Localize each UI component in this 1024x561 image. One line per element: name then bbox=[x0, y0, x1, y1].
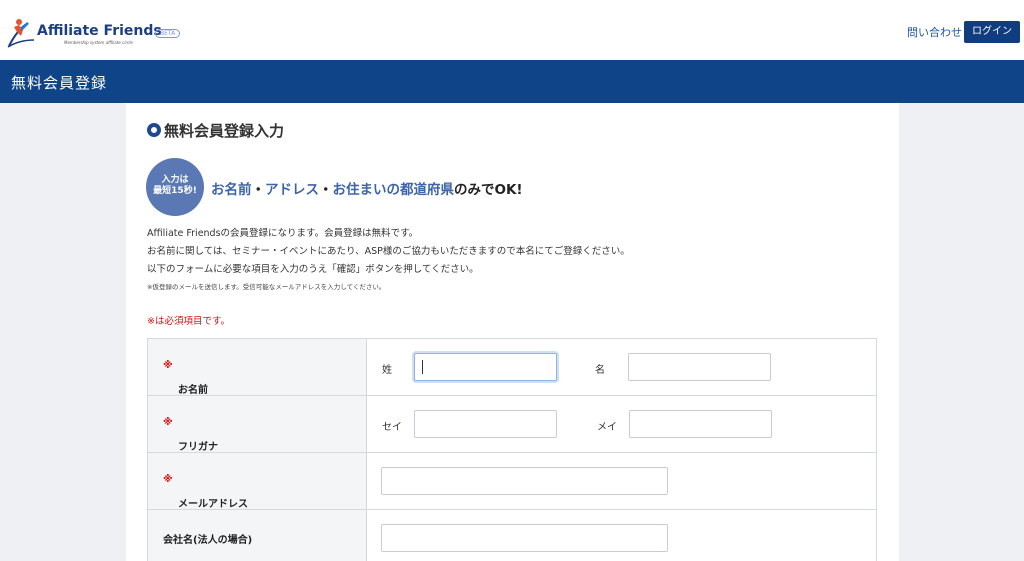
badge-line-1: 入力は bbox=[161, 175, 189, 185]
text-caret bbox=[422, 360, 423, 374]
headline-sep-1: ・ bbox=[251, 182, 266, 198]
email-label-cell: メールアドレス ※ bbox=[148, 453, 367, 510]
registration-form: お名前 ※ 姓 名 フリガナ ※ セイ メイ メールアドレス ※ 会社名(法人の場合) bbox=[147, 338, 877, 561]
logo-beta-badge: BETA bbox=[155, 29, 181, 38]
section-bullet-icon bbox=[147, 123, 161, 137]
headline-address: アドレス bbox=[265, 182, 319, 198]
kana-label-text: フリガナ bbox=[178, 442, 218, 453]
required-mark: ※ bbox=[163, 474, 173, 485]
logo-mark-icon bbox=[7, 19, 35, 48]
email-input[interactable] bbox=[381, 467, 668, 495]
email-label: メールアドレス ※ bbox=[163, 474, 248, 510]
contact-link[interactable]: 問い合わせ bbox=[907, 24, 962, 40]
headline-sep-2: ・ bbox=[319, 182, 333, 198]
first-kana-input[interactable] bbox=[629, 410, 772, 438]
form-row-name: お名前 ※ 姓 名 bbox=[148, 339, 876, 396]
description-line-3: 以下のフォームに必要な項目を入力のうえ「確認」ボタンを押してください。 bbox=[147, 264, 479, 275]
email-note: ※仮登録のメールを送信します。受信可能なメールアドレスを入力してください。 bbox=[147, 283, 386, 291]
last-kana-label: セイ bbox=[382, 422, 402, 433]
last-name-label: 姓 bbox=[382, 365, 392, 376]
email-label-text: メールアドレス bbox=[178, 499, 248, 510]
badge-line-2: 最短15秒! bbox=[153, 186, 197, 196]
required-mark: ※ bbox=[163, 417, 173, 428]
page-banner: 無料会員登録 bbox=[0, 60, 1024, 103]
kana-label-cell: フリガナ ※ bbox=[148, 396, 367, 453]
logo-name: Affiliate Friends bbox=[37, 23, 162, 39]
description-line-2: お名前に関しては、セミナー・イベントにあたり、ASP様のご協力もいただきますので… bbox=[147, 246, 630, 257]
form-row-email: メールアドレス ※ bbox=[148, 453, 876, 510]
page-title: 無料会員登録 bbox=[11, 74, 108, 92]
headline-tail: のみでOK! bbox=[454, 182, 523, 198]
kana-label: フリガナ ※ bbox=[163, 417, 218, 453]
headline-name: お名前 bbox=[211, 182, 252, 198]
name-label: お名前 ※ bbox=[163, 360, 208, 396]
required-note: ※は必須項目です。 bbox=[147, 316, 231, 327]
last-kana-input[interactable] bbox=[414, 410, 557, 438]
company-label-cell: 会社名(法人の場合) bbox=[148, 510, 367, 561]
required-mark: ※ bbox=[163, 360, 173, 371]
login-button[interactable]: ログイン bbox=[964, 21, 1020, 43]
speed-badge: 入力は 最短15秒! bbox=[146, 158, 204, 216]
name-label-cell: お名前 ※ bbox=[148, 339, 367, 396]
first-name-input[interactable] bbox=[628, 353, 771, 381]
top-header: Affiliate Friends Membership system affi… bbox=[0, 0, 1024, 60]
logo[interactable]: Affiliate Friends Membership system affi… bbox=[6, 18, 196, 50]
section-title: 無料会員登録入力 bbox=[164, 122, 285, 140]
first-kana-label: メイ bbox=[597, 422, 617, 433]
form-row-kana: フリガナ ※ セイ メイ bbox=[148, 396, 876, 453]
company-label: 会社名(法人の場合) bbox=[163, 535, 253, 546]
form-row-company: 会社名(法人の場合) bbox=[148, 510, 876, 561]
description-line-1: Affiliate Friendsの会員登録になります。会員登録は無料です。 bbox=[147, 228, 419, 239]
first-name-label: 名 bbox=[595, 365, 605, 376]
headline: お名前・アドレス・お住まいの都道府県のみでOK! bbox=[211, 178, 523, 198]
last-name-input[interactable] bbox=[414, 353, 557, 381]
logo-tagline: Membership system affiliate circle bbox=[64, 40, 133, 45]
name-label-text: お名前 bbox=[178, 385, 208, 396]
company-input[interactable] bbox=[381, 524, 668, 552]
headline-prefecture: お住まいの都道府県 bbox=[332, 182, 455, 198]
